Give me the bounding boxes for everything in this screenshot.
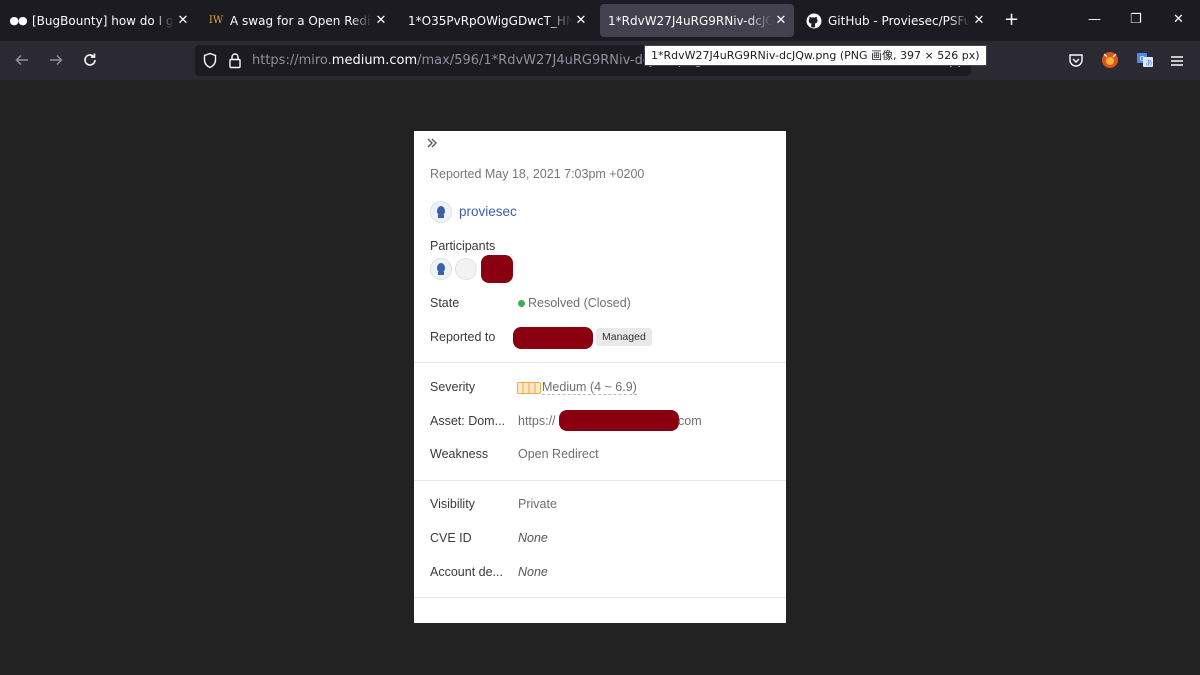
account-details-label: Account de...	[430, 565, 503, 579]
account-details-value: None	[518, 565, 548, 579]
tab-github-psfuzz[interactable]: GitHub - Proviesec/PSFuzz: P ✕	[796, 4, 992, 37]
tab-bugbounty[interactable]: ●● [BugBounty] how do I get a p ✕	[0, 4, 196, 37]
lock-icon[interactable]	[228, 52, 242, 73]
weakness-label: Weakness	[430, 447, 489, 461]
github-icon	[806, 13, 822, 29]
redacted-program	[513, 327, 593, 349]
tab-strip: ●● [BugBounty] how do I get a p ✕ IW A s…	[0, 0, 1200, 41]
reported-to-label: Reported to	[430, 330, 496, 344]
severity-meter-icon	[517, 381, 541, 399]
resolved-status-dot	[518, 300, 525, 307]
close-window-icon[interactable]: ✕	[1173, 12, 1184, 27]
tab-title: 1*O35PvRpOWigGDwcT_HNr-w.p	[408, 13, 572, 28]
report-image: Reported May 18, 2021 7:03pm +0200 provi…	[414, 131, 786, 623]
url-prefix: https://miro.	[252, 53, 332, 68]
state-label: State	[430, 296, 460, 310]
menu-hamburger-icon[interactable]	[1170, 53, 1184, 72]
cve-label: CVE ID	[430, 531, 472, 545]
close-tab-icon[interactable]: ✕	[372, 12, 390, 30]
participant-avatar-default[interactable]	[455, 258, 477, 280]
reported-date: Reported May 18, 2021 7:03pm +0200	[430, 167, 645, 181]
svg-text:あ: あ	[1146, 59, 1153, 67]
severity-label: Severity	[430, 380, 476, 394]
restore-window-icon[interactable]: ❐	[1130, 12, 1142, 27]
image-tooltip: 1*RdvW27J4uRG9RNiv-dcJQw.png (PNG 画像, 39…	[644, 45, 987, 66]
asset-suffix: com	[678, 414, 702, 428]
asset-prefix: https://	[518, 414, 556, 428]
tab-title: GitHub - Proviesec/PSFuzz: P	[828, 13, 970, 28]
close-tab-icon[interactable]: ✕	[970, 12, 988, 30]
tab-title: 1*RdvW27J4uRG9RNiv-dcJQw.p	[608, 13, 772, 28]
tracking-shield-icon[interactable]	[202, 52, 218, 73]
tab-image-2-active[interactable]: 1*RdvW27J4uRG9RNiv-dcJQw.p ✕	[600, 4, 794, 37]
url-text[interactable]: https://miro.medium.com/max/596/1*RdvW27…	[252, 53, 702, 68]
close-tab-icon[interactable]: ✕	[572, 12, 590, 30]
back-arrow-icon[interactable]	[12, 50, 32, 70]
new-tab-button[interactable]: +	[1004, 11, 1019, 29]
redacted-participant	[481, 255, 513, 283]
tab-title: A swag for a Open Redirect –	[230, 13, 372, 28]
tab-swag-open-redirect[interactable]: IW A swag for a Open Redirect – ✕	[198, 4, 394, 37]
close-tab-icon[interactable]: ✕	[174, 12, 192, 30]
visibility-label: Visibility	[430, 497, 475, 511]
iw-icon: IW	[208, 15, 224, 26]
participants-label: Participants	[430, 239, 496, 253]
managed-badge: Managed	[596, 328, 652, 346]
translate-icon[interactable]: Gあ	[1136, 51, 1154, 73]
section-divider	[414, 597, 786, 598]
tab-image-1[interactable]: 1*O35PvRpOWigGDwcT_HNr-w.p ✕	[398, 4, 594, 37]
section-divider	[414, 362, 786, 363]
navigation-toolbar: https://miro.medium.com/max/596/1*RdvW27…	[0, 41, 1200, 80]
minimize-window-icon[interactable]: —	[1088, 12, 1101, 27]
reload-icon[interactable]	[80, 50, 100, 70]
reporter-avatar	[430, 201, 452, 223]
section-divider	[414, 480, 786, 481]
forward-arrow-icon[interactable]	[46, 50, 66, 70]
tab-title: [BugBounty] how do I get a p	[32, 13, 174, 28]
medium-icon: ●●	[9, 14, 27, 27]
redacted-asset-domain	[559, 410, 679, 431]
double-chevron-right-icon	[426, 136, 438, 154]
close-tab-icon[interactable]: ✕	[772, 12, 790, 30]
participant-avatar[interactable]	[430, 258, 452, 280]
state-value: Resolved (Closed)	[528, 296, 631, 310]
url-host: medium.com	[331, 53, 418, 68]
pocket-icon[interactable]	[1068, 52, 1084, 72]
severity-value[interactable]: Medium (4 ~ 6.9)	[542, 380, 637, 395]
extension-fox-icon[interactable]	[1101, 51, 1119, 73]
reporter-link[interactable]: proviesec	[459, 204, 517, 219]
asset-label: Asset: Dom...	[430, 414, 506, 428]
svg-text:G: G	[1140, 55, 1145, 63]
weakness-value: Open Redirect	[518, 447, 599, 461]
cve-value: None	[518, 531, 548, 545]
visibility-value: Private	[518, 497, 557, 511]
